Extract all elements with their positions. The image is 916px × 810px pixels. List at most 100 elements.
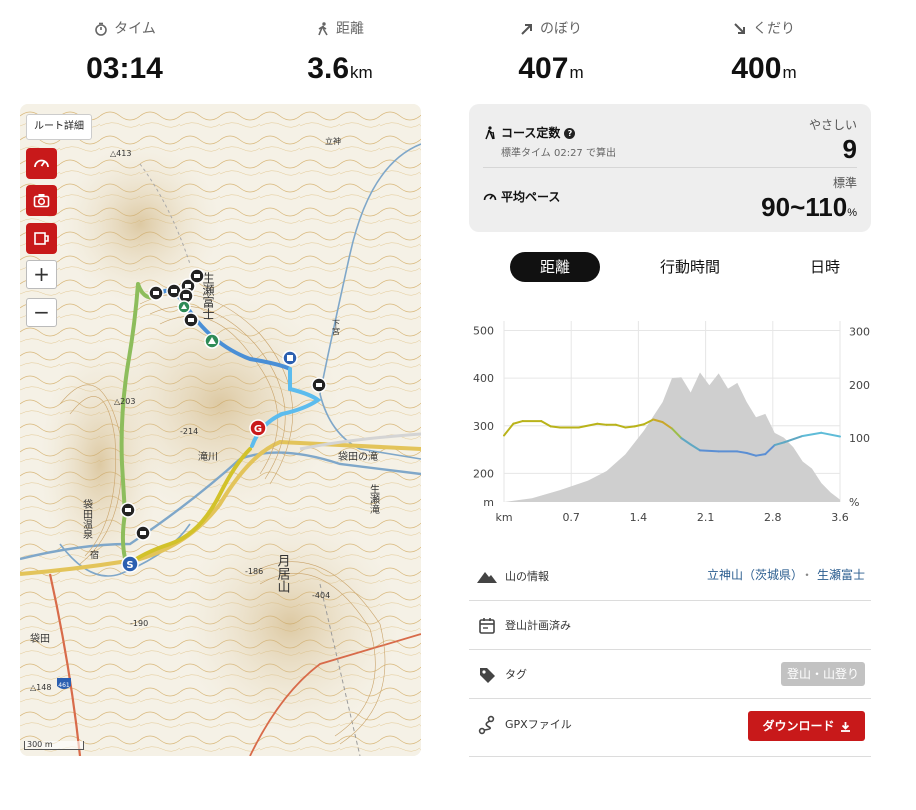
tag-chip[interactable]: 登山・山登り	[780, 662, 865, 686]
label-takigawa: 滝川	[198, 451, 218, 463]
plan-row: 登山計画済み	[469, 601, 871, 650]
memo-marker[interactable]	[282, 350, 298, 366]
mountain-links: 立神山（茨城県）・生瀬富士	[706, 568, 865, 582]
label-elev-404: -404	[312, 591, 330, 600]
right-axis-tick: %	[849, 496, 859, 509]
download-icon	[840, 722, 850, 732]
calendar-icon	[479, 618, 495, 634]
download-button[interactable]: ダウンロード	[748, 711, 865, 741]
label-summit-203: △203	[114, 397, 135, 406]
photo-marker[interactable]	[135, 525, 151, 541]
zoom-out-button[interactable]: −	[26, 298, 57, 327]
stat-unit: m	[782, 63, 797, 82]
tab-moving-time[interactable]: 行動時間	[645, 252, 735, 282]
pace-unit: %	[847, 207, 857, 219]
chart-canvas[interactable]: 500 400 300 200 m 300 200 100% km 0.7 1.4 2.1 2.8 3.6	[469, 306, 871, 536]
label-fukuroda-onsen: 袋田温泉	[81, 498, 93, 539]
chart-tab-bar: 距離 行動時間 日時	[469, 252, 871, 284]
mountain-info-row: 山の情報 立神山（茨城県）・生瀬富士	[469, 552, 871, 601]
mountain-link-tatigami[interactable]: 立神山（茨城県）	[707, 568, 797, 582]
walker-icon	[318, 22, 328, 36]
stat-label: のぼり	[540, 21, 582, 37]
right-axis-tick: 300	[849, 326, 870, 339]
arrow-down-right-icon	[734, 23, 745, 34]
stat-time: タイム 03:14	[25, 18, 225, 86]
average-pace-row: 平均ペース 標準 90~110%	[483, 168, 857, 228]
mountain-link-ikusefuji[interactable]: 生瀬富士	[817, 568, 865, 582]
standard-time-note: 標準タイム 02:27 で算出	[501, 148, 616, 159]
label-elev-214: -214	[180, 427, 198, 436]
course-constant-row: コース定数? 標準タイム 02:27 で算出 やさしい 9	[483, 112, 857, 168]
stat-value: 400	[731, 52, 782, 85]
label-shimomiya: 下宮	[332, 319, 341, 336]
tag-icon	[480, 668, 495, 683]
label-summit-413: △413	[110, 149, 131, 158]
tab-date[interactable]: 日時	[789, 252, 861, 282]
tag-label: タグ	[505, 668, 527, 681]
help-icon[interactable]: ?	[564, 128, 576, 139]
speedometer-icon	[34, 159, 49, 168]
average-pace-label: 平均ペース	[501, 190, 561, 204]
memo-icon	[34, 232, 49, 245]
goal-label: G	[254, 424, 262, 435]
stat-value: 03:14	[86, 52, 163, 85]
mountain-info-label: 山の情報	[505, 570, 549, 583]
x-axis-tick: 1.4	[630, 511, 648, 524]
gpx-label: GPXファイル	[505, 718, 572, 731]
pace-line-segment	[615, 423, 627, 429]
summit-marker[interactable]	[204, 333, 220, 349]
stat-unit: km	[350, 63, 373, 82]
zoom-in-button[interactable]: +	[26, 260, 57, 289]
mountain-icon	[477, 572, 497, 583]
speedometer-icon	[483, 193, 497, 201]
course-constant-value: 9	[842, 134, 857, 164]
stat-value: 407	[518, 52, 569, 85]
plan-label[interactable]: 登山計画済み	[505, 617, 571, 633]
stopwatch-icon	[95, 22, 107, 36]
label-juku: 宿	[90, 549, 99, 561]
elevation-pace-chart[interactable]: 500 400 300 200 m 300 200 100% km 0.7 1.4 2.1 2.8 3.6	[469, 306, 871, 536]
photo-marker[interactable]	[183, 312, 199, 328]
hiker-icon	[485, 126, 495, 140]
route-detail-button[interactable]: ルート詳細	[26, 114, 92, 140]
pace-line-segment	[801, 431, 823, 437]
goal-marker[interactable]: G	[249, 419, 267, 437]
start-label: S	[126, 560, 133, 571]
photo-layer-button[interactable]	[26, 185, 57, 216]
download-label: ダウンロード	[762, 719, 835, 733]
x-axis-tick: 2.8	[764, 511, 782, 524]
summit-marker[interactable]	[177, 300, 191, 314]
label-fukuroda: 袋田	[30, 632, 50, 645]
pace-line-segment	[820, 431, 841, 438]
pace-line-segment	[783, 434, 804, 444]
right-axis-tick: 200	[849, 379, 870, 392]
stat-unit: m	[569, 63, 584, 82]
stat-value: 3.6	[307, 52, 350, 85]
photo-marker[interactable]	[189, 268, 205, 284]
tag-row: タグ 登山・山登り	[469, 650, 871, 699]
photo-marker[interactable]	[148, 285, 164, 301]
left-axis-tick: 200	[473, 467, 494, 480]
route-shield-461: 461	[57, 678, 71, 689]
route-map[interactable]: 生瀬富士 月居山 袋田の滝 生瀬滝 袋田温泉 袋田 滝川 宿 △203 △413…	[20, 104, 421, 756]
elevation-area	[504, 372, 840, 502]
photo-marker[interactable]	[120, 502, 136, 518]
topographic-map[interactable]: 生瀬富士 月居山 袋田の滝 生瀬滝 袋田温泉 袋田 滝川 宿 △203 △413…	[20, 104, 421, 756]
photo-marker[interactable]	[311, 377, 327, 393]
left-axis-tick: 400	[473, 372, 494, 385]
stat-descent: くだり 400m	[664, 18, 864, 86]
label-ikuse-falls: 生瀬滝	[368, 483, 380, 514]
speed-layer-button[interactable]	[26, 148, 57, 179]
pace-line-segment	[596, 422, 608, 426]
tab-distance[interactable]: 距離	[510, 252, 600, 282]
x-axis-tick: km	[495, 511, 512, 524]
stat-label: タイム	[114, 21, 156, 37]
memo-layer-button[interactable]	[26, 223, 57, 254]
pace-line-segment	[549, 425, 561, 429]
start-marker[interactable]: S	[121, 555, 139, 573]
arrow-up-right-icon	[521, 24, 532, 35]
label-summit-148: △148	[30, 683, 51, 692]
label-elev-190: -190	[130, 619, 148, 628]
x-axis-tick: 0.7	[562, 511, 580, 524]
camera-icon	[33, 194, 50, 208]
